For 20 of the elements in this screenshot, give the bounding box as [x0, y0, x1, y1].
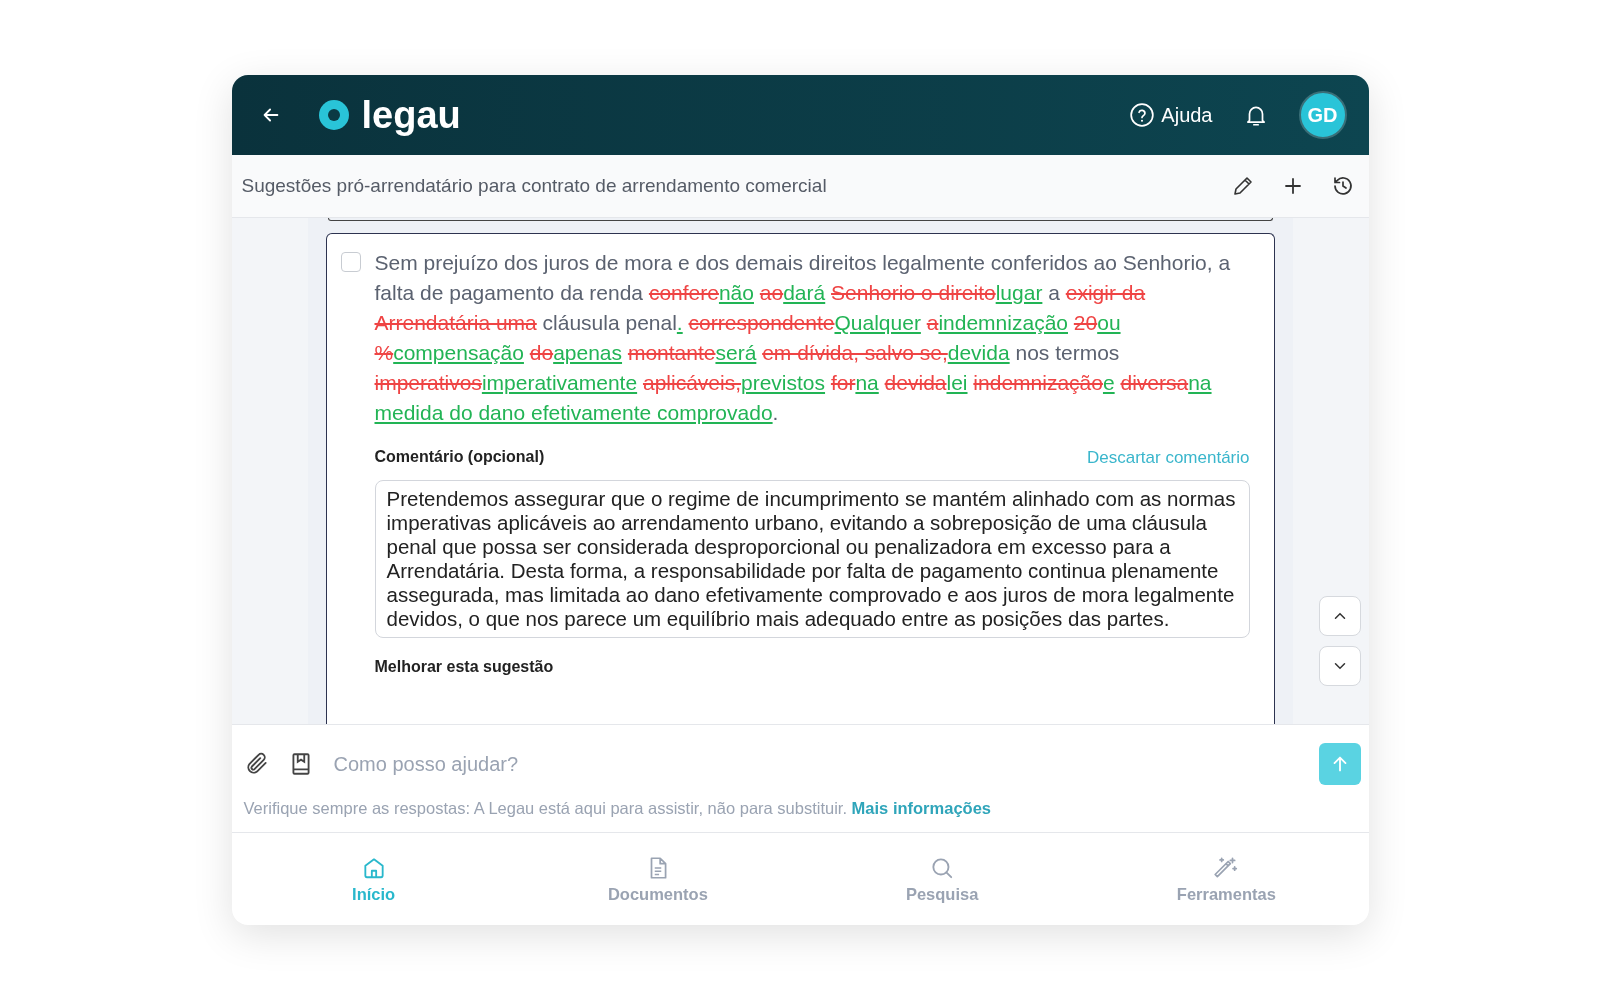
conversation-title: Sugestões pró-arrendatário para contrato de arrendamento comercial [241, 175, 828, 197]
avatar[interactable]: GD [1298, 91, 1347, 139]
magic-wand-icon [1213, 854, 1240, 881]
nav-tab[interactable]: Pesquisa [800, 833, 1085, 925]
nav-tab[interactable]: Documentos [515, 833, 800, 925]
help-icon [1129, 102, 1156, 128]
checkbox[interactable] [340, 252, 361, 272]
message-input[interactable]: Como posso ajudar? [331, 751, 1301, 777]
comment-label: Comentário (opcional) [374, 448, 545, 467]
suggestion-text: Sem prejuízo dos juros de mora e dos demais direitos legalmente conferidos ao Senhorio, a falta de pagamento da renda conferenão aodará Senhorio o direitolugar a exigir da Arrendatária uma cláusula penal. correspondenteQualquer aindemnização 20ou %compensação doapenas montanteserá em dívida, salvo se,devida nos termos imperativosimperativamente aplicáveis,previstos forna devidalei indemnizaçãoe diversana medida do dano efetivamente comprovado. [374, 250, 1232, 426]
more-info-link[interactable]: Mais informações [851, 799, 991, 817]
nav-tab[interactable]: Ferramentas [1084, 833, 1369, 925]
disclaimer-text: Verifique sempre as respostas: A Legau está aqui para assistir, não para substituir. Mais informações [243, 799, 992, 818]
logo-icon [317, 99, 350, 131]
logo-text: legau [361, 93, 461, 137]
improve-label: Melhorar esta sugestão [374, 658, 555, 676]
comment-field[interactable]: Pretendemos assegurar que o regime de incumprimento se mantém alinhado com as normas imperativas aplicáveis ao arrendamento urbano, evitando a sobreposição de uma cláusula penal que possa ser considerada desproporcional ou penalizadora em excesso para a Arrendatária. Desta forma, a responsabilidade por falta de pagamento continua plenamente assegurada, mas limitada ao dano efetivamente comprovado e aos juros de mora legalmente devidos, o que nos parece um equilíbrio mais adequado entre as posições das partes. [374, 480, 1250, 638]
nav-tab[interactable]: Início [231, 833, 516, 925]
discard-comment-link[interactable]: Descartar comentário [1087, 448, 1250, 468]
help-button[interactable]: Ajuda [1129, 102, 1213, 128]
